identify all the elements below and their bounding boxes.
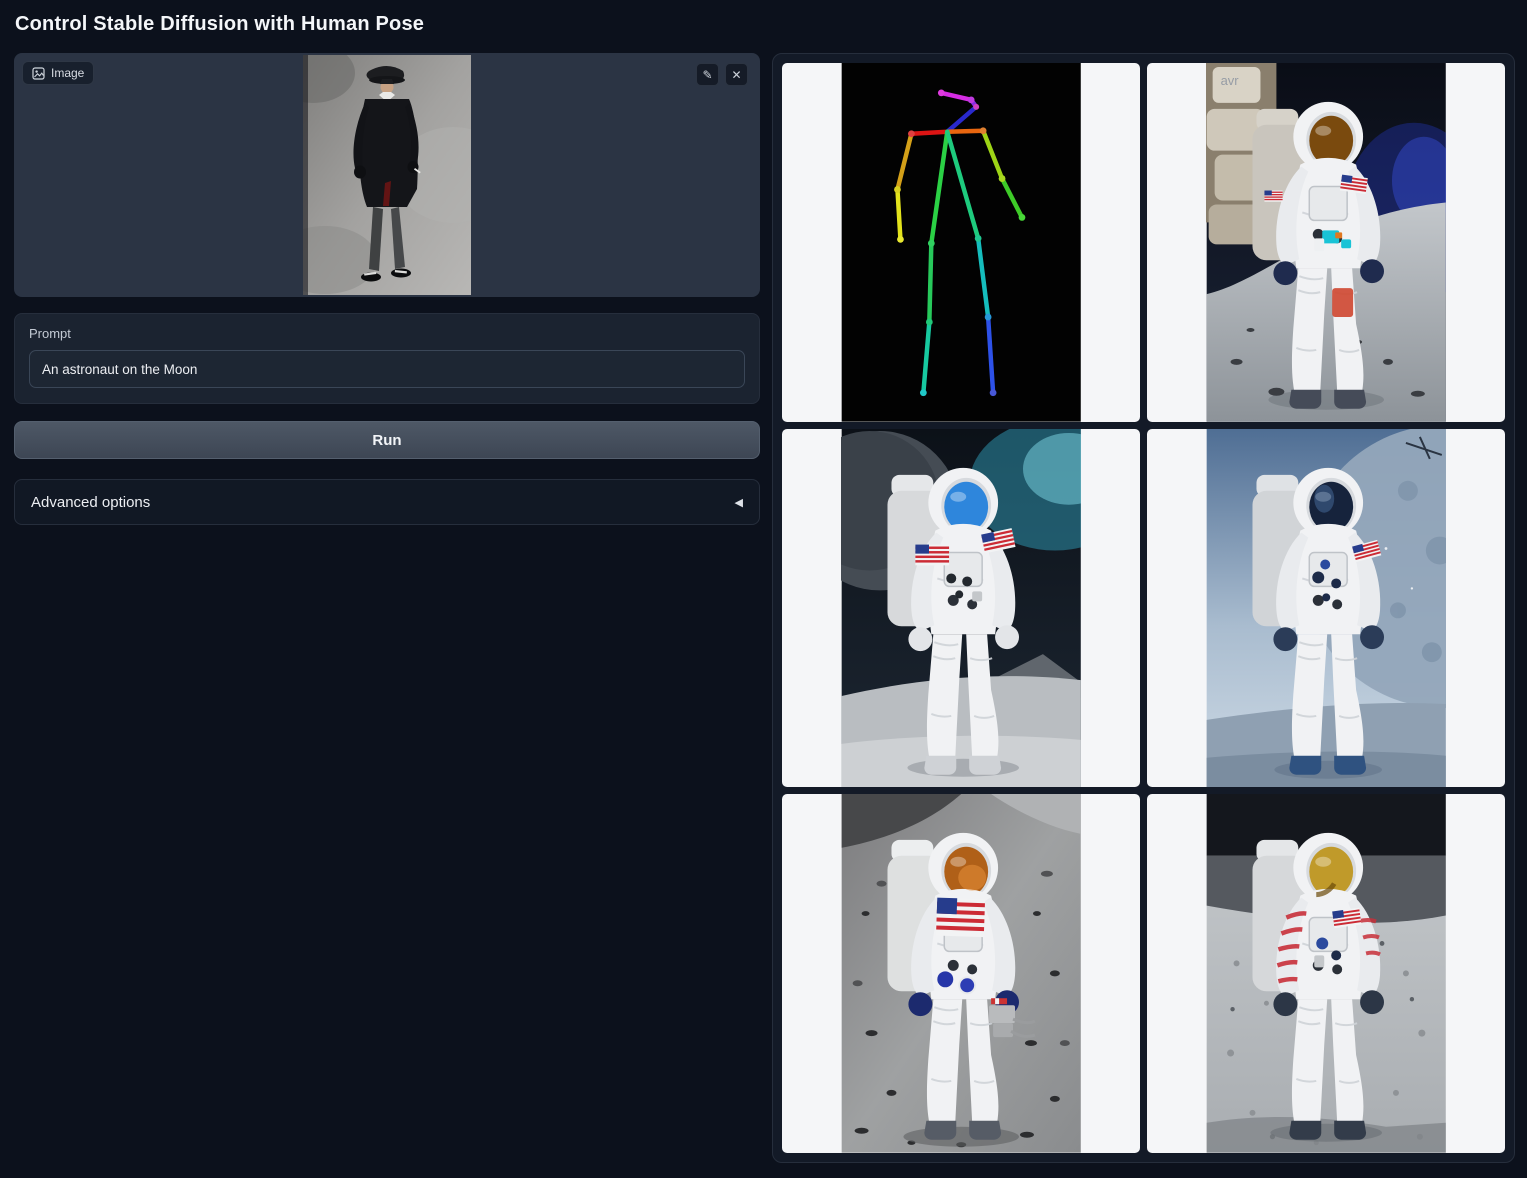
advanced-options-label: Advanced options bbox=[31, 494, 150, 511]
output-gallery: avr bbox=[772, 53, 1515, 1163]
generated-image-1: avr bbox=[1206, 63, 1446, 422]
controls-column: Image ✎ ✕ bbox=[14, 53, 760, 525]
edit-image-button[interactable]: ✎ bbox=[696, 63, 719, 86]
chevron-left-icon: ◀ bbox=[735, 496, 743, 509]
image-upload-panel[interactable]: Image ✎ ✕ bbox=[14, 53, 760, 297]
gallery-item-5[interactable] bbox=[1147, 794, 1505, 1153]
gallery-item-3[interactable] bbox=[1147, 429, 1505, 788]
gallery-item-pose[interactable] bbox=[782, 63, 1140, 422]
pose-image bbox=[841, 63, 1081, 422]
image-icon bbox=[32, 67, 45, 80]
generated-image-5 bbox=[1206, 794, 1446, 1153]
image-toolbar: ✎ ✕ bbox=[696, 63, 748, 86]
gallery-item-4[interactable] bbox=[782, 794, 1140, 1153]
main-row: Image ✎ ✕ bbox=[14, 53, 1515, 1163]
run-button[interactable]: Run bbox=[14, 421, 760, 459]
gallery-item-2[interactable] bbox=[782, 429, 1140, 788]
prompt-label: Prompt bbox=[29, 326, 745, 341]
prompt-input[interactable] bbox=[29, 350, 745, 388]
generated-image-2 bbox=[841, 429, 1081, 788]
watermark-text: avr bbox=[1220, 73, 1239, 88]
page-title: Control Stable Diffusion with Human Pose bbox=[15, 13, 1515, 36]
generated-image-4 bbox=[841, 794, 1081, 1153]
clear-image-button[interactable]: ✕ bbox=[725, 63, 748, 86]
prompt-panel: Prompt bbox=[14, 313, 760, 404]
generated-image-3 bbox=[1206, 429, 1446, 788]
app-root: Control Stable Diffusion with Human Pose… bbox=[0, 0, 1527, 1178]
input-image bbox=[303, 55, 471, 295]
advanced-options-accordion[interactable]: Advanced options ◀ bbox=[14, 479, 760, 525]
image-component-label: Image bbox=[22, 61, 94, 85]
image-label-text: Image bbox=[51, 66, 84, 80]
gallery-item-1[interactable]: avr bbox=[1147, 63, 1505, 422]
